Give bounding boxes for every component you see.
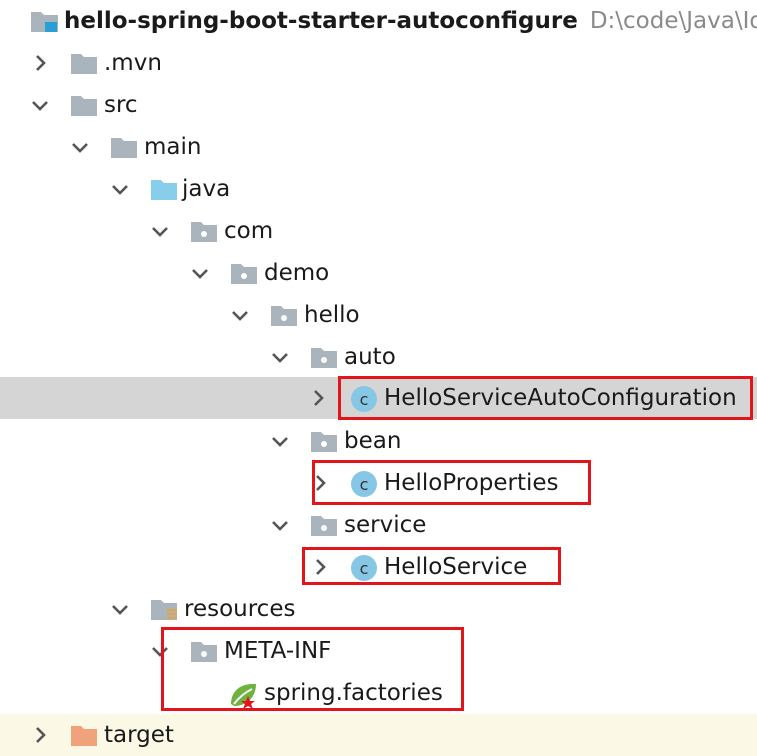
tree-row-java[interactable]: java [0,168,757,210]
tree-label: META-INF [224,638,332,664]
svg-text:c: c [360,475,369,494]
tree-label: spring.factories [264,680,443,706]
module-folder-icon [30,8,58,34]
tree-row-main[interactable]: main [0,126,757,168]
package-icon [230,260,258,286]
tree-label: .mvn [104,50,162,76]
tree-row-hello-service[interactable]: c HelloService [0,546,757,588]
chevron-down-icon[interactable] [150,641,170,661]
spring-leaf-icon [228,680,256,709]
tree-row-src[interactable]: src [0,84,757,126]
folder-icon [70,50,98,76]
chevron-down-icon[interactable] [70,137,90,157]
package-icon [310,344,338,370]
chevron-down-icon[interactable] [110,599,130,619]
tree-row-com[interactable]: com [0,210,757,252]
project-name: hello-spring-boot-starter-autoconfigure D… [64,6,757,36]
tree-row-auto-configuration[interactable]: c HelloServiceAutoConfiguration [0,377,757,419]
source-folder-icon [150,176,178,202]
chevron-right-icon[interactable] [310,557,330,577]
tree-row-target[interactable]: target [0,714,757,756]
package-icon [190,218,218,244]
folder-icon [110,134,138,160]
chevron-down-icon[interactable] [110,179,130,199]
chevron-down-icon[interactable] [270,515,290,535]
chevron-down-icon[interactable] [230,305,250,325]
tree-label: src [104,92,138,118]
class-icon: c [350,554,378,581]
tree-label: bean [344,428,402,454]
tree-row-project[interactable]: hello-spring-boot-starter-autoconfigure D… [0,0,757,42]
package-icon [310,428,338,454]
excluded-folder-icon [70,722,98,748]
tree-label: com [224,218,274,244]
tree-row-service[interactable]: service [0,504,757,546]
tree-row-meta-inf[interactable]: META-INF [0,630,757,672]
class-icon: c [350,385,378,412]
tree-row-bean[interactable]: bean [0,420,757,462]
svg-text:c: c [360,390,369,409]
chevron-right-icon[interactable] [30,725,50,745]
tree-row-resources[interactable]: resources [0,588,757,630]
tree-label: demo [264,260,330,286]
resources-folder-icon [150,596,178,622]
tree-label: HelloServiceAutoConfiguration [384,385,737,411]
chevron-down-icon[interactable] [150,221,170,241]
chevron-right-icon[interactable] [30,53,50,73]
tree-label: target [104,722,174,748]
chevron-down-icon[interactable] [270,431,290,451]
tree-label: HelloService [384,554,528,580]
tree-label: service [344,512,427,538]
chevron-down-icon[interactable] [270,347,290,367]
tree-label: hello [304,302,360,328]
chevron-right-icon[interactable] [308,388,328,408]
package-icon [310,512,338,538]
package-icon [270,302,298,328]
tree-label: java [182,176,231,202]
chevron-down-icon[interactable] [190,263,210,283]
tree-row-hello-properties[interactable]: c HelloProperties [0,462,757,504]
tree-label: HelloProperties [384,470,559,496]
package-icon [190,638,218,664]
tree-row-hello[interactable]: hello [0,294,757,336]
svg-text:c: c [360,559,369,578]
tree-row-auto[interactable]: auto [0,336,757,378]
tree-row-demo[interactable]: demo [0,252,757,294]
tree-label: auto [344,344,396,370]
tree-row-spring-factories[interactable]: spring.factories [0,672,757,714]
class-icon: c [350,470,378,497]
chevron-right-icon[interactable] [310,473,330,493]
tree-label: resources [184,596,296,622]
tree-label: main [144,134,202,160]
folder-icon [70,92,98,118]
tree-row-mvn[interactable]: .mvn [0,42,757,84]
project-path: D:\code\Java\Ide [589,8,757,34]
chevron-down-icon[interactable] [30,95,50,115]
